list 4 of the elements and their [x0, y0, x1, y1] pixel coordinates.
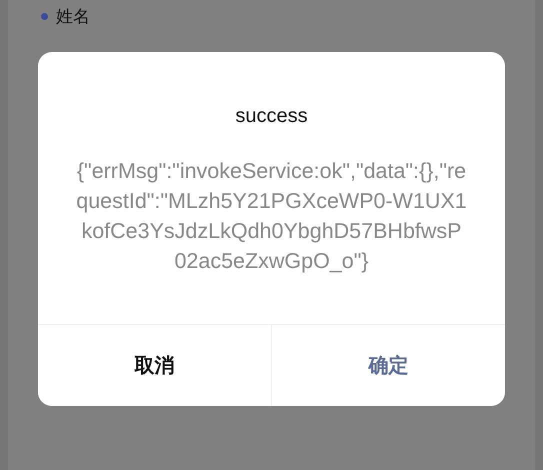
- dialog-title: success: [234, 104, 309, 128]
- confirm-button[interactable]: 确定: [271, 325, 505, 406]
- dialog-message: {"errMsg":"invokeService:ok","data":{},"requestId":"MLzh5Y21PGXceWP0-W1UX1kofCe3YsJdzLkQdh0YbghD57BHbfwsP02ac5eZxwGpO_o"}: [75, 158, 468, 275]
- list-item-label: 姓名: [56, 6, 90, 28]
